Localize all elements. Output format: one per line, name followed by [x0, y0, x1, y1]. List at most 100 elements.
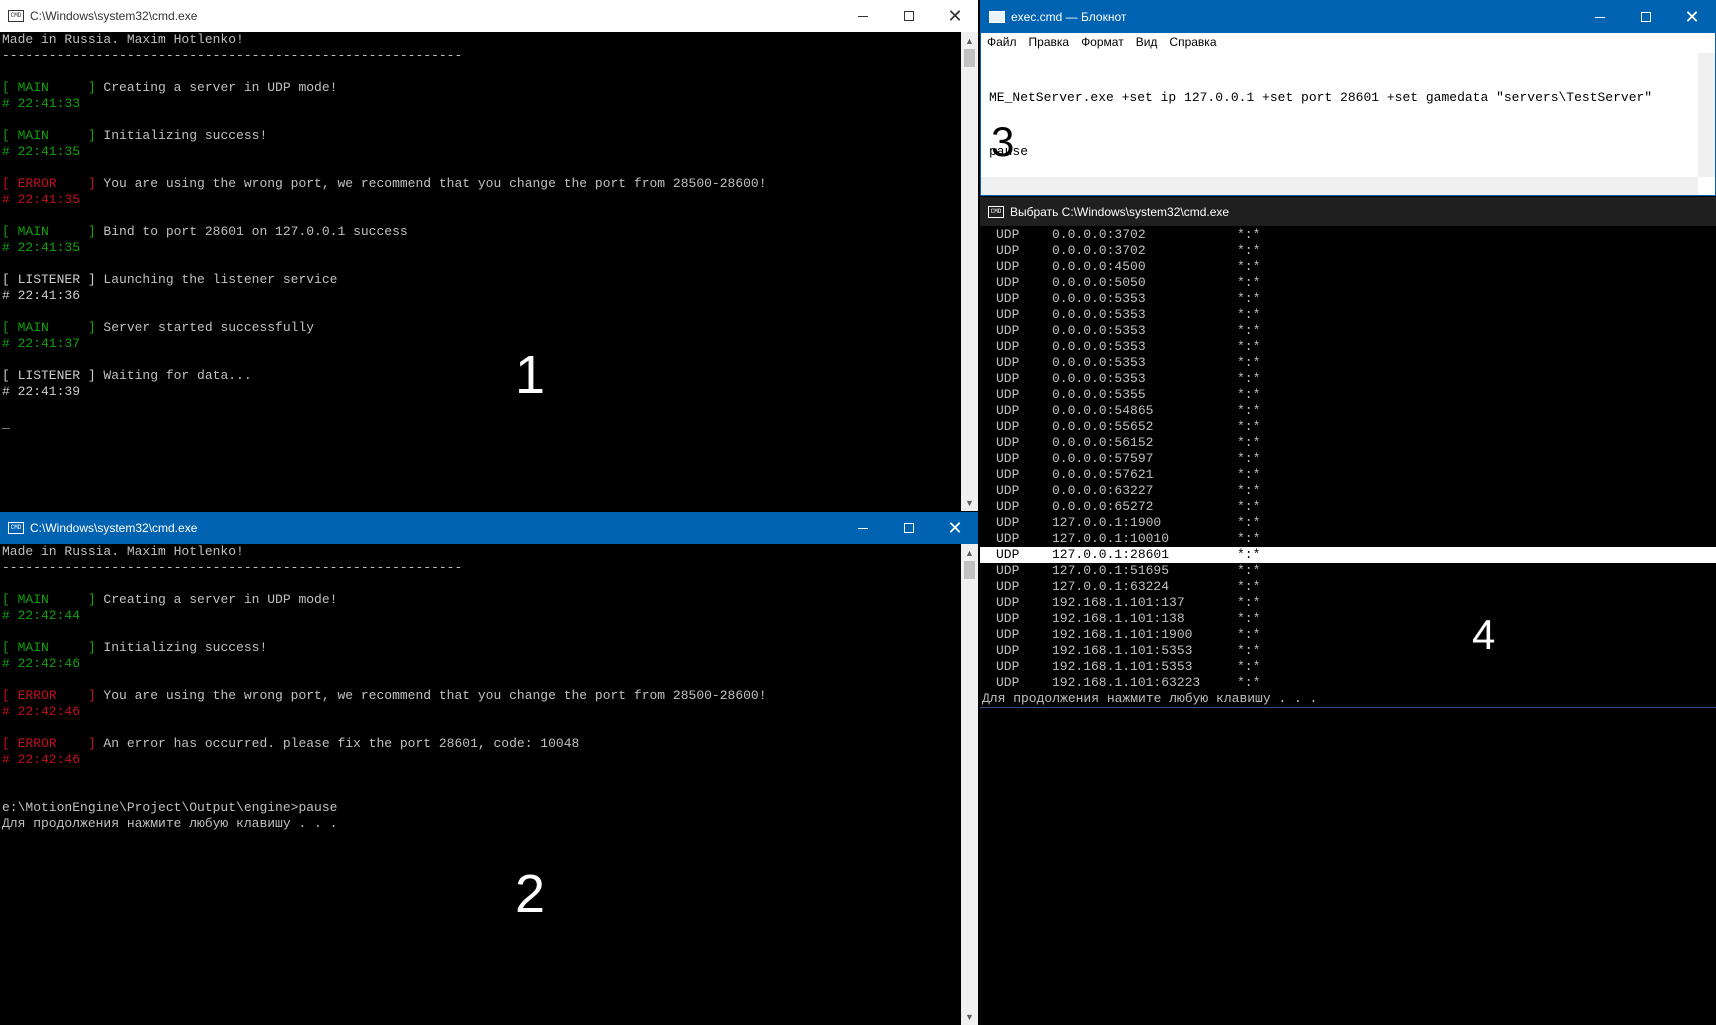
netstat-cell: UDP	[996, 579, 1020, 594]
minimize-button[interactable]	[840, 512, 886, 544]
minimize-icon	[858, 15, 868, 17]
cmd-window-1[interactable]: CMD C:\Windows\system32\cmd.exe ✕ Made i…	[0, 0, 978, 511]
notepad-vscroll[interactable]	[1698, 53, 1715, 177]
netstat-cell: *:*	[1237, 227, 1261, 242]
cmd-window-2[interactable]: CMD C:\Windows\system32\cmd.exe ✕ Made i…	[0, 512, 978, 1025]
window-1-title: C:\Windows\system32\cmd.exe	[30, 9, 198, 23]
minimize-icon	[1595, 16, 1605, 18]
netstat-row: UDP 0.0.0.0:54865 *:*	[980, 403, 1716, 419]
netstat-cell: UDP	[996, 403, 1020, 418]
netstat-cell: 127.0.0.1:51695	[1052, 563, 1170, 578]
log-message: You are using the wrong port, we recomme…	[103, 176, 767, 191]
menu-format[interactable]: Формат	[1075, 33, 1130, 52]
netstat-cell: UDP	[996, 387, 1020, 402]
netstat-cell: *:*	[1237, 307, 1261, 322]
netstat-row: UDP 0.0.0.0:5353 *:*	[980, 307, 1716, 323]
cmd-icon: CMD	[8, 10, 24, 22]
scroll-up-arrow-icon[interactable]: ▲	[961, 544, 978, 561]
netstat-cell: 0.0.0.0:65272	[1052, 499, 1154, 514]
window-2-title: C:\Windows\system32\cmd.exe	[30, 521, 198, 535]
netstat-row: UDP 0.0.0.0:5353 *:*	[980, 371, 1716, 387]
netstat-cell: 0.0.0.0:5353	[1052, 371, 1146, 386]
console-line: Made in Russia. Maxim Hotlenko!	[2, 544, 244, 559]
log-line: [ MAIN ] Server started successfully	[0, 320, 961, 336]
scroll-thumb[interactable]	[964, 561, 975, 579]
log-timestamp: # 22:42:46	[2, 656, 81, 671]
menu-file[interactable]: Файл	[981, 33, 1023, 52]
scroll-up-arrow-icon[interactable]: ▲	[961, 32, 978, 49]
minimize-button[interactable]	[840, 0, 886, 32]
window-3-number-label: 3	[991, 118, 1015, 165]
netstat-row: UDP 0.0.0.0:5355 *:*	[980, 387, 1716, 403]
netstat-row: UDP 192.168.1.101:138 *:*	[980, 611, 1716, 627]
window-1-titlebar[interactable]: CMD C:\Windows\system32\cmd.exe ✕	[0, 0, 978, 32]
cmd-window-4[interactable]: CMD Выбрать C:\Windows\system32\cmd.exe …	[980, 197, 1716, 1025]
scroll-thumb[interactable]	[964, 49, 975, 67]
log-message: Launching the listener service	[103, 272, 338, 287]
netstat-cell: 127.0.0.1:28601	[1052, 547, 1170, 562]
notepad-hscroll[interactable]	[981, 177, 1698, 195]
menu-help[interactable]: Справка	[1163, 33, 1222, 52]
close-icon: ✕	[1684, 7, 1700, 27]
log-timestamp: # 22:41:35	[2, 240, 81, 255]
cmd-icon: CMD	[8, 522, 24, 534]
editor-line-1: ME_NetServer.exe +set ip 127.0.0.1 +set …	[989, 90, 1653, 105]
scrollbar-2[interactable]: ▲ ▼	[961, 544, 978, 1025]
netstat-cell: 0.0.0.0:63227	[1052, 483, 1154, 498]
console-line: e:\MotionEngine\Project\Output\engine>pa…	[2, 800, 338, 815]
netstat-cell: 0.0.0.0:55652	[1052, 419, 1154, 434]
menu-view[interactable]: Вид	[1130, 33, 1164, 52]
log-tag: [ MAIN ]	[2, 224, 104, 239]
console-output-4[interactable]: UDP 0.0.0.0:3702 *:* UDP 0.0.0.0:3702 *:* UDP 0…	[980, 227, 1716, 1025]
log-line: [ LISTENER ] Launching the listener serv…	[0, 272, 961, 288]
notepad-window[interactable]: exec.cmd — Блокнот ✕ Файл Правка Формат …	[980, 0, 1716, 196]
scroll-down-arrow-icon[interactable]: ▼	[961, 1008, 978, 1025]
menu-edit[interactable]: Правка	[1023, 33, 1076, 52]
netstat-cell: 127.0.0.1:63224	[1052, 579, 1170, 594]
log-line: [ ERROR ] You are using the wrong port, …	[0, 176, 961, 192]
minimize-button[interactable]	[1577, 1, 1623, 33]
notepad-titlebar[interactable]: exec.cmd — Блокнот ✕	[981, 1, 1715, 33]
netstat-cell: *:*	[1237, 547, 1261, 562]
netstat-cell: 0.0.0.0:57621	[1052, 467, 1154, 482]
log-line: [ ERROR ] An error has occurred. please …	[0, 736, 961, 752]
window-2-titlebar[interactable]: CMD C:\Windows\system32\cmd.exe ✕	[0, 512, 978, 544]
maximize-button[interactable]	[886, 512, 932, 544]
close-button[interactable]: ✕	[932, 512, 978, 544]
log-tag: [ MAIN ]	[2, 80, 104, 95]
console-line: _	[2, 416, 10, 431]
log-tag: [ MAIN ]	[2, 592, 104, 607]
netstat-row: UDP 0.0.0.0:55652 *:*	[980, 419, 1716, 435]
window-1-number-label: 1	[515, 345, 546, 405]
close-button[interactable]: ✕	[1669, 1, 1715, 33]
netstat-cell: 0.0.0.0:5050	[1052, 275, 1146, 290]
console-footer: Для продолжения нажмите любую клавишу . …	[982, 691, 1318, 706]
editor-line-2: pause	[989, 144, 1029, 159]
maximize-button[interactable]	[1623, 1, 1669, 33]
close-button[interactable]: ✕	[932, 0, 978, 32]
netstat-cell: 192.168.1.101:5353	[1052, 643, 1193, 658]
console-output-2[interactable]: Made in Russia. Maxim Hotlenko! ---------…	[0, 544, 961, 1025]
netstat-cell: *:*	[1237, 563, 1261, 578]
window-4-titlebar[interactable]: CMD Выбрать C:\Windows\system32\cmd.exe	[980, 197, 1716, 226]
cmd-icon: CMD	[988, 205, 1004, 218]
console-output-1[interactable]: Made in Russia. Maxim Hotlenko! ---------…	[0, 32, 961, 511]
netstat-cell: *:*	[1237, 675, 1261, 690]
scrollbar-1[interactable]: ▲ ▼	[961, 32, 978, 511]
maximize-icon	[904, 523, 914, 533]
log-line: [ MAIN ] Initializing success!	[0, 128, 961, 144]
log-timestamp: # 22:41:36	[2, 288, 81, 303]
netstat-cell: *:*	[1237, 451, 1261, 466]
notepad-text-area[interactable]: ME_NetServer.exe +set ip 127.0.0.1 +set …	[985, 53, 1694, 177]
log-message: Initializing success!	[103, 128, 268, 143]
window-4-title: Выбрать C:\Windows\system32\cmd.exe	[1010, 204, 1230, 219]
netstat-row: UDP 0.0.0.0:5353 *:*	[980, 355, 1716, 371]
netstat-row: UDP 0.0.0.0:57597 *:*	[980, 451, 1716, 467]
netstat-cell: 0.0.0.0:57597	[1052, 451, 1154, 466]
maximize-button[interactable]	[886, 0, 932, 32]
scroll-down-arrow-icon[interactable]: ▼	[961, 494, 978, 511]
notepad-menubar: Файл Правка Формат Вид Справка	[981, 33, 1715, 52]
